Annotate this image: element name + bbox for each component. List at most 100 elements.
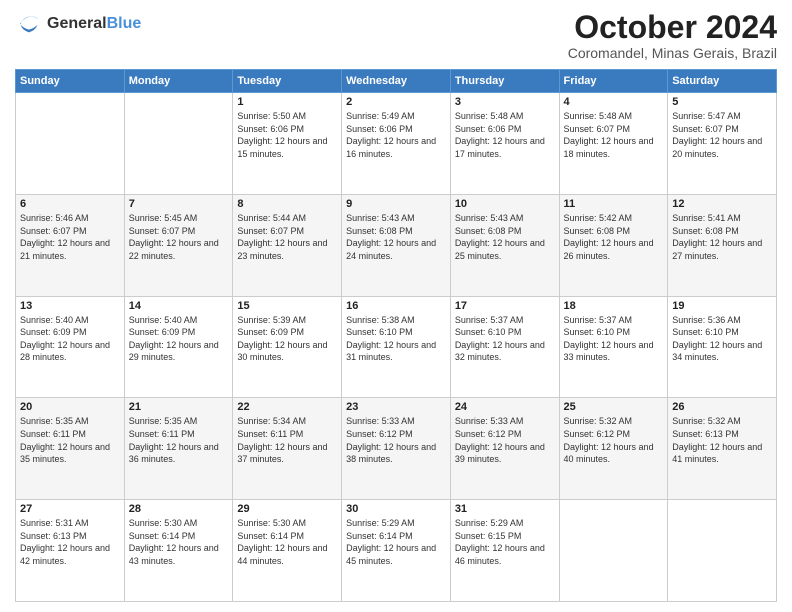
calendar-cell-1-5: 3 Sunrise: 5:48 AM Sunset: 6:06 PM Daylig… xyxy=(450,93,559,195)
day-number: 30 xyxy=(346,503,446,515)
calendar-week-1: 1Sunrise: 5:50 AM Sunset: 6:06 PM Daylig… xyxy=(16,93,777,195)
day-info: Sunrise: 5:41 AM Sunset: 6:08 PM Dayligh… xyxy=(672,212,772,262)
day-number: 3 xyxy=(455,96,555,108)
day-info: Sunrise: 5:36 AM Sunset: 6:10 PM Dayligh… xyxy=(672,314,772,364)
calendar-body: 1Sunrise: 5:50 AM Sunset: 6:06 PM Daylig… xyxy=(16,93,777,602)
day-info: Sunrise: 5:37 AM Sunset: 6:10 PM Dayligh… xyxy=(455,314,555,364)
calendar-cell-1-1 xyxy=(16,93,125,195)
calendar-cell-3-4: 16 Sunrise: 5:38 AM Sunset: 6:10 PM Dayli… xyxy=(342,296,451,398)
day-number: 17 xyxy=(455,300,555,312)
day-info: Sunrise: 5:30 AM Sunset: 6:14 PM Dayligh… xyxy=(129,517,229,567)
location: Coromandel, Minas Gerais, Brazil xyxy=(568,45,777,61)
calendar-cell-4-7: 26 Sunrise: 5:32 AM Sunset: 6:13 PM Dayli… xyxy=(668,398,777,500)
calendar-cell-5-4: 30 Sunrise: 5:29 AM Sunset: 6:14 PM Dayli… xyxy=(342,500,451,602)
day-info: Sunrise: 5:33 AM Sunset: 6:12 PM Dayligh… xyxy=(346,415,446,465)
calendar-cell-3-7: 19Sunrise: 5:36 AM Sunset: 6:10 PM Dayli… xyxy=(668,296,777,398)
day-number: 16 xyxy=(346,300,446,312)
day-number: 26 xyxy=(672,401,772,413)
day-number: 31 xyxy=(455,503,555,515)
calendar-cell-5-2: 28 Sunrise: 5:30 AM Sunset: 6:14 PM Dayli… xyxy=(124,500,233,602)
day-info: Sunrise: 5:40 AM Sunset: 6:09 PM Dayligh… xyxy=(129,314,229,364)
day-info: Sunrise: 5:33 AM Sunset: 6:12 PM Dayligh… xyxy=(455,415,555,465)
day-info: Sunrise: 5:31 AM Sunset: 6:13 PM Dayligh… xyxy=(20,517,120,567)
calendar-cell-4-5: 24 Sunrise: 5:33 AM Sunset: 6:12 PM Dayli… xyxy=(450,398,559,500)
calendar-cell-2-6: 11 Sunrise: 5:42 AM Sunset: 6:08 PM Dayli… xyxy=(559,194,668,296)
day-info: Sunrise: 5:40 AM Sunset: 6:09 PM Dayligh… xyxy=(20,314,120,364)
day-info: Sunrise: 5:32 AM Sunset: 6:13 PM Dayligh… xyxy=(672,415,772,465)
day-number: 22 xyxy=(237,401,337,413)
day-number: 20 xyxy=(20,401,120,413)
calendar-cell-5-3: 29Sunrise: 5:30 AM Sunset: 6:14 PM Dayli… xyxy=(233,500,342,602)
day-number: 6 xyxy=(20,198,120,210)
calendar-header-row: SundayMondayTuesdayWednesdayThursdayFrid… xyxy=(16,70,777,93)
calendar-week-3: 13 Sunrise: 5:40 AM Sunset: 6:09 PM Dayli… xyxy=(16,296,777,398)
page: General Blue October 2024 Coromandel, Mi… xyxy=(0,0,792,612)
day-info: Sunrise: 5:44 AM Sunset: 6:07 PM Dayligh… xyxy=(237,212,337,262)
day-info: Sunrise: 5:30 AM Sunset: 6:14 PM Dayligh… xyxy=(237,517,337,567)
calendar-cell-5-1: 27 Sunrise: 5:31 AM Sunset: 6:13 PM Dayli… xyxy=(16,500,125,602)
day-info: Sunrise: 5:48 AM Sunset: 6:06 PM Dayligh… xyxy=(455,110,555,160)
calendar-cell-5-5: 31 Sunrise: 5:29 AM Sunset: 6:15 PM Dayli… xyxy=(450,500,559,602)
calendar-cell-3-5: 17 Sunrise: 5:37 AM Sunset: 6:10 PM Dayli… xyxy=(450,296,559,398)
day-number: 21 xyxy=(129,401,229,413)
day-info: Sunrise: 5:46 AM Sunset: 6:07 PM Dayligh… xyxy=(20,212,120,262)
day-number: 18 xyxy=(564,300,664,312)
day-number: 2 xyxy=(346,96,446,108)
calendar-header-sunday: Sunday xyxy=(16,70,125,93)
logo: General Blue xyxy=(15,10,141,38)
day-number: 25 xyxy=(564,401,664,413)
logo-icon xyxy=(15,10,43,38)
calendar-cell-1-7: 5 Sunrise: 5:47 AM Sunset: 6:07 PM Daylig… xyxy=(668,93,777,195)
calendar-cell-5-7 xyxy=(668,500,777,602)
calendar-header-friday: Friday xyxy=(559,70,668,93)
day-info: Sunrise: 5:35 AM Sunset: 6:11 PM Dayligh… xyxy=(129,415,229,465)
header: General Blue October 2024 Coromandel, Mi… xyxy=(15,10,777,61)
day-number: 14 xyxy=(129,300,229,312)
day-info: Sunrise: 5:39 AM Sunset: 6:09 PM Dayligh… xyxy=(237,314,337,364)
calendar-cell-2-2: 7 Sunrise: 5:45 AM Sunset: 6:07 PM Daylig… xyxy=(124,194,233,296)
day-info: Sunrise: 5:29 AM Sunset: 6:15 PM Dayligh… xyxy=(455,517,555,567)
day-info: Sunrise: 5:47 AM Sunset: 6:07 PM Dayligh… xyxy=(672,110,772,160)
calendar-cell-1-2 xyxy=(124,93,233,195)
calendar-cell-3-3: 15 Sunrise: 5:39 AM Sunset: 6:09 PM Dayli… xyxy=(233,296,342,398)
calendar-cell-4-6: 25 Sunrise: 5:32 AM Sunset: 6:12 PM Dayli… xyxy=(559,398,668,500)
calendar-cell-4-2: 21 Sunrise: 5:35 AM Sunset: 6:11 PM Dayli… xyxy=(124,398,233,500)
calendar-cell-2-3: 8Sunrise: 5:44 AM Sunset: 6:07 PM Daylig… xyxy=(233,194,342,296)
day-info: Sunrise: 5:48 AM Sunset: 6:07 PM Dayligh… xyxy=(564,110,664,160)
day-number: 15 xyxy=(237,300,337,312)
logo-blue: Blue xyxy=(107,15,142,33)
calendar-week-5: 27 Sunrise: 5:31 AM Sunset: 6:13 PM Dayli… xyxy=(16,500,777,602)
day-number: 10 xyxy=(455,198,555,210)
calendar-cell-4-1: 20Sunrise: 5:35 AM Sunset: 6:11 PM Dayli… xyxy=(16,398,125,500)
day-number: 9 xyxy=(346,198,446,210)
day-number: 11 xyxy=(564,198,664,210)
day-info: Sunrise: 5:34 AM Sunset: 6:11 PM Dayligh… xyxy=(237,415,337,465)
calendar-table: SundayMondayTuesdayWednesdayThursdayFrid… xyxy=(15,69,777,602)
day-info: Sunrise: 5:42 AM Sunset: 6:08 PM Dayligh… xyxy=(564,212,664,262)
day-info: Sunrise: 5:32 AM Sunset: 6:12 PM Dayligh… xyxy=(564,415,664,465)
calendar-cell-5-6 xyxy=(559,500,668,602)
calendar-header-tuesday: Tuesday xyxy=(233,70,342,93)
day-number: 24 xyxy=(455,401,555,413)
day-info: Sunrise: 5:29 AM Sunset: 6:14 PM Dayligh… xyxy=(346,517,446,567)
day-number: 5 xyxy=(672,96,772,108)
day-number: 13 xyxy=(20,300,120,312)
calendar-cell-1-6: 4Sunrise: 5:48 AM Sunset: 6:07 PM Daylig… xyxy=(559,93,668,195)
day-number: 7 xyxy=(129,198,229,210)
month-title: October 2024 xyxy=(568,10,777,45)
day-info: Sunrise: 5:49 AM Sunset: 6:06 PM Dayligh… xyxy=(346,110,446,160)
day-number: 28 xyxy=(129,503,229,515)
logo-text: General Blue xyxy=(47,15,141,33)
calendar-cell-3-6: 18 Sunrise: 5:37 AM Sunset: 6:10 PM Dayli… xyxy=(559,296,668,398)
calendar-header-wednesday: Wednesday xyxy=(342,70,451,93)
day-info: Sunrise: 5:37 AM Sunset: 6:10 PM Dayligh… xyxy=(564,314,664,364)
calendar-header-saturday: Saturday xyxy=(668,70,777,93)
day-number: 27 xyxy=(20,503,120,515)
day-number: 1 xyxy=(237,96,337,108)
calendar-cell-4-4: 23Sunrise: 5:33 AM Sunset: 6:12 PM Dayli… xyxy=(342,398,451,500)
day-info: Sunrise: 5:45 AM Sunset: 6:07 PM Dayligh… xyxy=(129,212,229,262)
day-info: Sunrise: 5:38 AM Sunset: 6:10 PM Dayligh… xyxy=(346,314,446,364)
calendar-cell-2-1: 6 Sunrise: 5:46 AM Sunset: 6:07 PM Daylig… xyxy=(16,194,125,296)
day-info: Sunrise: 5:43 AM Sunset: 6:08 PM Dayligh… xyxy=(346,212,446,262)
calendar-cell-2-4: 9 Sunrise: 5:43 AM Sunset: 6:08 PM Daylig… xyxy=(342,194,451,296)
